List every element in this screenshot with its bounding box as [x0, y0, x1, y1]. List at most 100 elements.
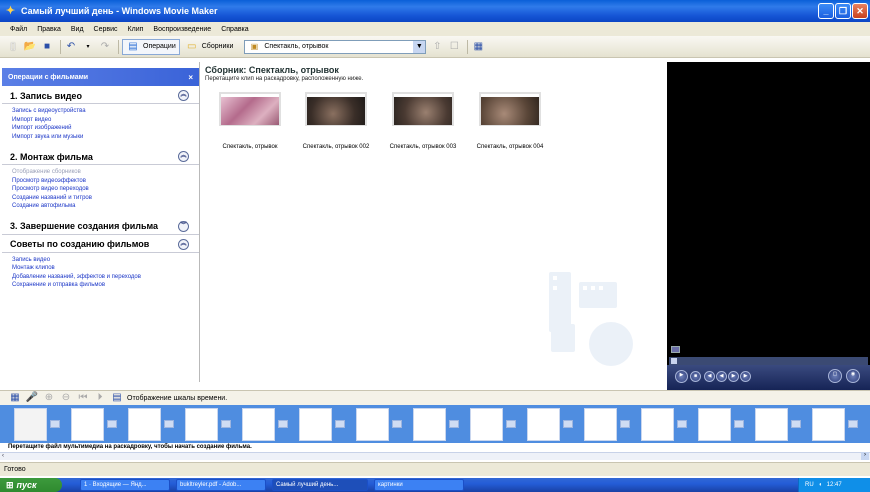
storyboard-frame[interactable]: [299, 408, 332, 441]
take-picture-icon[interactable]: ◉: [846, 369, 860, 383]
maximize-button[interactable]: ❐: [835, 3, 851, 19]
operations-button[interactable]: ▤ Операции: [122, 38, 180, 55]
menu-view[interactable]: Вид: [71, 26, 84, 33]
stop-icon[interactable]: ■: [690, 371, 701, 382]
transition-slot[interactable]: [620, 420, 630, 428]
task-link[interactable]: Запись видео: [2, 256, 199, 265]
section-edit[interactable]: 2. Монтаж фильма ︽: [2, 149, 199, 165]
collapse-icon[interactable]: ︽: [178, 238, 189, 250]
clip-thumbnail[interactable]: [219, 92, 281, 126]
menu-clip[interactable]: Клип: [128, 26, 144, 33]
task-link[interactable]: Добавление названий, эффектов и переходо…: [2, 273, 199, 282]
transition-slot[interactable]: [677, 420, 687, 428]
storyboard[interactable]: [0, 405, 870, 445]
clip-item[interactable]: Спектакль, отрывок 003: [378, 92, 468, 150]
transition-slot[interactable]: [734, 420, 744, 428]
transition-slot[interactable]: [221, 420, 231, 428]
task-link[interactable]: Импорт звука или музыки: [2, 133, 199, 142]
collections-button[interactable]: ▭ Сборники: [182, 39, 237, 55]
play-icon[interactable]: ▶: [675, 370, 688, 383]
next-frame-icon[interactable]: ▶: [740, 371, 751, 382]
task-link[interactable]: Запись с видеоустройства: [2, 107, 199, 116]
taskbar-item[interactable]: картинки: [374, 479, 464, 491]
transition-slot[interactable]: [563, 420, 573, 428]
new-folder-icon[interactable]: ☐: [447, 40, 461, 54]
zoom-out-icon[interactable]: ⊖: [59, 391, 73, 405]
storyboard-frame[interactable]: [71, 408, 104, 441]
menu-edit[interactable]: Правка: [37, 26, 61, 33]
storyboard-frame[interactable]: [128, 408, 161, 441]
clip-item[interactable]: Спектакль, отрывок: [205, 92, 295, 150]
minimize-button[interactable]: _: [818, 3, 834, 19]
transition-slot[interactable]: [335, 420, 345, 428]
narrate-icon[interactable]: 🎤: [25, 391, 39, 405]
section-capture[interactable]: 1. Запись видео ︽: [2, 88, 199, 104]
rewind-storyboard-icon[interactable]: ⏮: [76, 391, 90, 405]
menu-file[interactable]: Файл: [10, 26, 27, 33]
clip-item[interactable]: Спектакль, отрывок 004: [465, 92, 555, 150]
menu-help[interactable]: Справка: [221, 26, 248, 33]
storyboard-frame[interactable]: [14, 408, 47, 441]
storyboard-frame[interactable]: [584, 408, 617, 441]
undo-icon[interactable]: ↶: [64, 40, 78, 54]
task-link[interactable]: Создание автофильма: [2, 202, 199, 211]
transition-slot[interactable]: [392, 420, 402, 428]
seek-bar[interactable]: [669, 357, 868, 365]
section-finish[interactable]: 3. Завершение создания фильма ︾: [2, 219, 199, 235]
transition-slot[interactable]: [791, 420, 801, 428]
previous-frame-icon[interactable]: ◀: [704, 371, 715, 382]
task-link[interactable]: Импорт видео: [2, 116, 199, 125]
zoom-in-icon[interactable]: ⊕: [42, 391, 56, 405]
storyboard-frame[interactable]: [527, 408, 560, 441]
collection-select[interactable]: ▣ Спектакль, отрывок ▼: [244, 39, 427, 54]
storyboard-frame[interactable]: [185, 408, 218, 441]
transition-slot[interactable]: [506, 420, 516, 428]
timeline-icon[interactable]: ▤: [110, 391, 124, 405]
show-timeline-link[interactable]: Отображение шкалы времени.: [127, 395, 227, 402]
transition-slot[interactable]: [107, 420, 117, 428]
taskbar-item[interactable]: bukltreyler.pdf - Adob...: [176, 479, 266, 491]
clip-thumbnail[interactable]: [479, 92, 541, 126]
scroll-left-icon[interactable]: ‹: [2, 453, 4, 459]
language-indicator[interactable]: RU: [805, 482, 814, 488]
split-icon[interactable]: [671, 346, 680, 353]
storyboard-frame[interactable]: [698, 408, 731, 441]
task-link[interactable]: Просмотр видео переходов: [2, 185, 199, 194]
transition-slot[interactable]: [278, 420, 288, 428]
storyboard-frame[interactable]: [470, 408, 503, 441]
storyboard-frame[interactable]: [755, 408, 788, 441]
task-link[interactable]: Создание названий и титров: [2, 194, 199, 203]
start-button[interactable]: ⊞ пуск: [0, 478, 62, 492]
transition-slot[interactable]: [50, 420, 60, 428]
transition-slot[interactable]: [449, 420, 459, 428]
seek-thumb[interactable]: [671, 358, 677, 364]
new-project-icon[interactable]: ▯: [6, 40, 20, 54]
view-options-icon[interactable]: ▦: [471, 40, 485, 54]
storyboard-frame[interactable]: [641, 408, 674, 441]
rewind-icon[interactable]: ◀: [716, 371, 727, 382]
task-link[interactable]: Монтаж клипов: [2, 264, 199, 273]
storyboard-view-icon[interactable]: ▦: [8, 391, 22, 405]
scroll-right-icon[interactable]: ›: [861, 452, 869, 460]
storyboard-frame[interactable]: [413, 408, 446, 441]
play-storyboard-icon[interactable]: ⏵: [93, 391, 107, 405]
menu-play[interactable]: Воспроизведение: [153, 26, 211, 33]
close-button[interactable]: ✕: [852, 3, 868, 19]
clip-item[interactable]: Спектакль, отрывок 002: [291, 92, 381, 150]
collapse-icon[interactable]: ︽: [178, 90, 189, 101]
task-link[interactable]: Сохранение и отправка фильмов: [2, 281, 199, 290]
volume-icon[interactable]: ◖: [818, 482, 822, 488]
taskbar-item[interactable]: 1 · Входящие — Янд...: [80, 479, 170, 491]
clip-thumbnail[interactable]: [305, 92, 367, 126]
open-project-icon[interactable]: 📂: [23, 40, 37, 54]
collapse-icon[interactable]: ︽: [178, 151, 189, 162]
task-link[interactable]: Импорт изображений: [2, 124, 199, 133]
menu-tools[interactable]: Сервис: [94, 26, 118, 33]
storyboard-scrollbar[interactable]: ‹ ›: [0, 452, 870, 460]
task-link[interactable]: Просмотр видеоэффектов: [2, 177, 199, 186]
close-pane-icon[interactable]: ×: [188, 73, 193, 82]
transition-slot[interactable]: [164, 420, 174, 428]
redo-icon[interactable]: ↷: [98, 40, 112, 54]
taskbar-item-active[interactable]: Самый лучший день...: [272, 479, 368, 491]
chevron-down-icon[interactable]: ▼: [413, 40, 426, 53]
